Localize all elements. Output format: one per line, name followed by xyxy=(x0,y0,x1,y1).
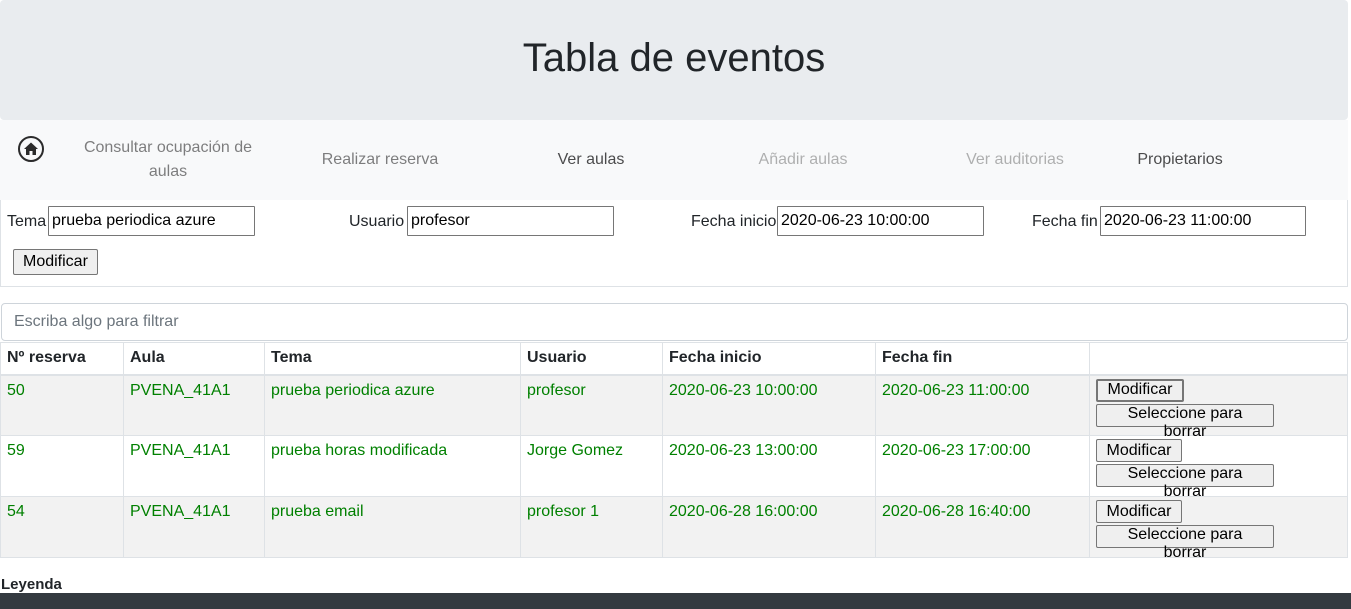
table-row: 59 PVENA_41A1 prueba horas modificada Jo… xyxy=(0,435,1348,500)
page-title: Tabla de eventos xyxy=(522,35,826,80)
cell-fecha-inicio: 2020-06-23 13:00:00 xyxy=(662,435,876,497)
column-header-actions xyxy=(1089,342,1348,376)
select-delete-button[interactable]: Seleccione para borrar xyxy=(1096,403,1274,440)
edit-event-form: Tema Usuario Fecha inicio Fecha fin Modi… xyxy=(0,200,1348,287)
events-table: Nº reserva Aula Tema Usuario Fecha inici… xyxy=(0,342,1348,561)
cell-usuario: Jorge Gomez xyxy=(520,435,663,497)
nav-realizar-reserva[interactable]: Realizar reserva xyxy=(305,120,455,200)
column-header[interactable]: Fecha fin xyxy=(875,342,1090,376)
fecha-inicio-input[interactable] xyxy=(777,206,984,236)
nav-anadir-aulas[interactable]: Añadir aulas xyxy=(740,120,866,200)
navbar: Consultar ocupación de aulas Realizar re… xyxy=(0,120,1348,200)
cell-id: 59 xyxy=(0,435,124,497)
cell-fecha-fin: 2020-06-23 11:00:00 xyxy=(875,374,1090,436)
cell-tema: prueba periodica azure xyxy=(264,374,521,436)
fecha-inicio-label: Fecha inicio xyxy=(691,213,777,230)
cell-tema: prueba horas modificada xyxy=(264,435,521,497)
cell-fecha-fin: 2020-06-23 17:00:00 xyxy=(875,435,1090,497)
cell-actions: Modificar Seleccione para borrar xyxy=(1089,435,1348,500)
column-header[interactable]: Usuario xyxy=(520,342,663,376)
cell-usuario: profesor xyxy=(520,374,663,436)
cell-tema: prueba email xyxy=(264,496,521,558)
cell-aula: PVENA_41A1 xyxy=(123,496,265,558)
column-header[interactable]: Tema xyxy=(264,342,521,376)
cell-actions: Modificar Seleccione para borrar xyxy=(1089,496,1348,561)
cell-fecha-fin: 2020-06-28 16:40:00 xyxy=(875,496,1090,558)
fecha-fin-label: Fecha fin xyxy=(1032,213,1098,230)
cell-aula: PVENA_41A1 xyxy=(123,374,265,436)
footer-bar xyxy=(0,593,1351,609)
nav-ver-auditorias[interactable]: Ver auditorias xyxy=(950,120,1080,200)
usuario-input[interactable] xyxy=(407,206,614,236)
cell-fecha-inicio: 2020-06-23 10:00:00 xyxy=(662,374,876,436)
cell-fecha-inicio: 2020-06-28 16:00:00 xyxy=(662,496,876,558)
table-header-row: Nº reserva Aula Tema Usuario Fecha inici… xyxy=(0,342,1348,376)
home-icon[interactable] xyxy=(17,135,45,163)
usuario-label: Usuario xyxy=(349,213,405,230)
nav-propietarios[interactable]: Propietarios xyxy=(1120,120,1240,200)
page-header: Tabla de eventos xyxy=(0,0,1348,120)
modify-row-button[interactable]: Modificar xyxy=(1096,439,1182,462)
column-header[interactable]: Aula xyxy=(123,342,265,376)
nav-ver-aulas[interactable]: Ver aulas xyxy=(530,120,652,200)
modify-row-button[interactable]: Modificar xyxy=(1096,500,1182,523)
cell-id: 50 xyxy=(0,374,124,436)
cell-usuario: profesor 1 xyxy=(520,496,663,558)
table-row: 54 PVENA_41A1 prueba email profesor 1 20… xyxy=(0,496,1348,561)
filter-input[interactable] xyxy=(1,303,1348,341)
cell-id: 54 xyxy=(0,496,124,558)
cell-actions: Modificar Seleccione para borrar xyxy=(1089,374,1348,440)
fecha-fin-input[interactable] xyxy=(1100,206,1306,236)
modificar-submit-button[interactable]: Modificar xyxy=(13,249,98,275)
tema-label: Tema xyxy=(7,213,47,230)
select-delete-button[interactable]: Seleccione para borrar xyxy=(1096,464,1274,500)
tema-input[interactable] xyxy=(48,206,255,236)
select-delete-button[interactable]: Seleccione para borrar xyxy=(1096,525,1274,561)
table-row: 50 PVENA_41A1 prueba periodica azure pro… xyxy=(0,374,1348,440)
modify-row-button[interactable]: Modificar xyxy=(1096,378,1184,402)
nav-consultar-ocupacion[interactable]: Consultar ocupación de aulas xyxy=(70,120,266,200)
column-header[interactable]: Fecha inicio xyxy=(662,342,876,376)
legend-title: Leyenda xyxy=(1,576,62,593)
cell-aula: PVENA_41A1 xyxy=(123,435,265,497)
column-header[interactable]: Nº reserva xyxy=(0,342,124,376)
